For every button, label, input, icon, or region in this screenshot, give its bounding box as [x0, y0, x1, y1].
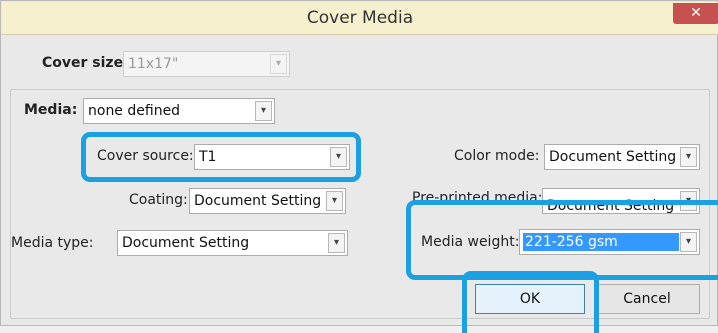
media-weight-value: 221-256 gsm [523, 233, 679, 251]
cover-source-value: T1 [199, 149, 217, 165]
dialog-title: Cover Media [306, 8, 414, 28]
preprinted-media-label: Pre-printed media: [412, 190, 543, 206]
preprinted-media-value: Document Setting [547, 198, 675, 214]
close-icon: ✕ [690, 5, 702, 21]
color-mode-select[interactable]: Document Setting ▾ [544, 144, 700, 170]
cover-source-select[interactable]: T1 ▾ [194, 144, 350, 170]
cover-size-select: 11x17" ▾ [123, 51, 290, 77]
coating-label: Coating: [129, 192, 188, 208]
coating-value: Document Setting [194, 193, 322, 209]
media-type-label: Media type: [11, 235, 94, 251]
chevron-down-icon[interactable]: ▾ [255, 101, 272, 121]
cancel-button[interactable]: Cancel [594, 284, 700, 314]
color-mode-label: Color mode: [454, 148, 540, 164]
media-label: Media: [24, 102, 78, 118]
cover-source-label: Cover source: [97, 148, 194, 164]
close-button[interactable]: ✕ [673, 3, 718, 24]
cover-size-value: 11x17" [128, 56, 179, 72]
media-select[interactable]: none defined ▾ [83, 98, 275, 124]
media-weight-label: Media weight: [421, 234, 520, 250]
media-weight-select[interactable]: 221-256 gsm ▾ [519, 229, 700, 255]
chevron-down-icon[interactable]: ▾ [680, 191, 697, 211]
chevron-down-icon[interactable]: ▾ [328, 233, 345, 253]
cover-size-label: Cover size: [42, 55, 129, 71]
media-value: none defined [88, 103, 181, 119]
media-type-select[interactable]: Document Setting ▾ [117, 230, 348, 256]
chevron-down-icon[interactable]: ▾ [330, 147, 347, 167]
chevron-down-icon[interactable]: ▾ [680, 147, 697, 167]
color-mode-value: Document Setting [549, 149, 677, 165]
ok-button[interactable]: OK [475, 284, 585, 314]
preprinted-media-select[interactable]: Document Setting ▾ [542, 188, 700, 214]
coating-select[interactable]: Document Setting ▾ [189, 188, 346, 214]
chevron-down-icon: ▾ [270, 54, 287, 74]
chevron-down-icon[interactable]: ▾ [326, 191, 343, 211]
title-bar[interactable]: Cover Media ✕ [2, 2, 718, 35]
chevron-down-icon[interactable]: ▾ [680, 232, 697, 252]
media-type-value: Document Setting [122, 235, 250, 251]
cover-media-dialog: Cover Media ✕ Cover size: 11x17" ▾ Media… [0, 0, 718, 333]
